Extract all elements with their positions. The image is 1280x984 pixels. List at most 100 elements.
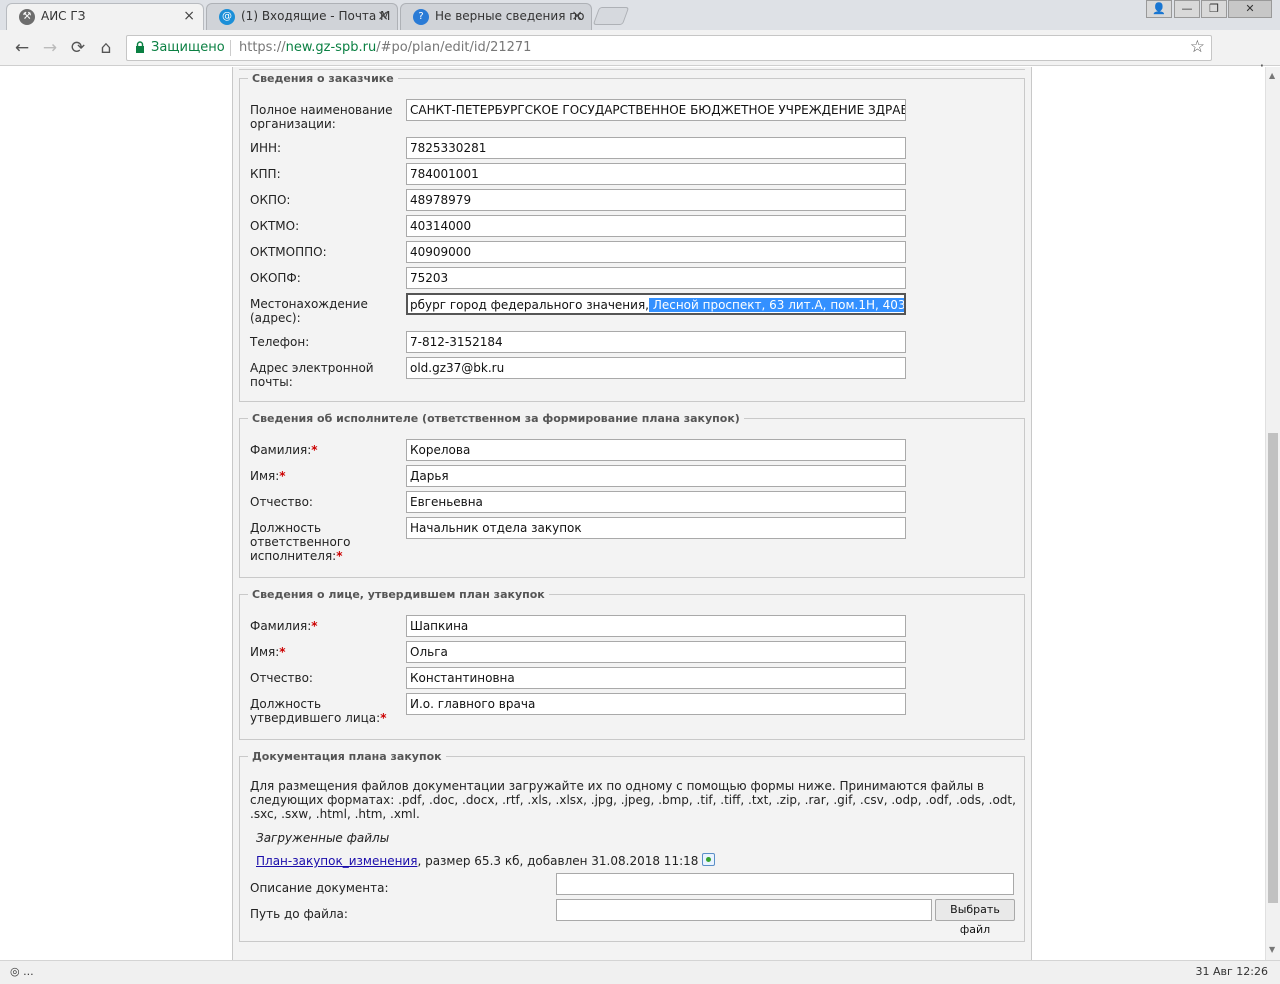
okopf-field[interactable]: 75203 [406, 267, 906, 289]
phone-label: Телефон: [250, 335, 310, 349]
approver-position-field[interactable]: И.о. главного врача [406, 693, 906, 715]
help-icon: ? [413, 9, 429, 25]
choose-file-button[interactable]: Выбрать файл [935, 899, 1015, 936]
window-close-button[interactable]: ✕ [1228, 0, 1272, 18]
customer-section: Сведения о заказчике Полное наименование… [239, 72, 1025, 402]
approver-position-label: Должность утвердившего лица:* [250, 697, 387, 725]
address-bar[interactable]: Защищено https://new.gz-spb.ru/#po/plan/… [126, 35, 1212, 61]
required-mark: * [311, 443, 318, 457]
home-button[interactable]: ⌂ [94, 37, 118, 59]
email-field[interactable]: old.gz37@bk.ru [406, 357, 906, 379]
executor-name-label: Имя:* [250, 469, 286, 483]
required-mark: * [380, 711, 387, 725]
approver-surname-field[interactable]: Шапкина [406, 615, 906, 637]
approver-name-field[interactable]: Ольга [406, 641, 906, 663]
uploaded-file: План-закупок_изменения, размер 65.3 кб, … [256, 853, 716, 868]
tab-title: АИС ГЗ [41, 9, 86, 23]
inn-field[interactable]: 7825330281 [406, 137, 906, 159]
full-name-field[interactable]: САНКТ-ПЕТЕРБУРГСКОЕ ГОСУДАРСТВЕННОЕ БЮДЖ… [406, 99, 906, 121]
back-button[interactable]: ← [10, 37, 34, 59]
documentation-info: Для размещения файлов документации загру… [250, 779, 1016, 821]
scroll-down-icon[interactable]: ▼ [1269, 945, 1275, 954]
omnibox-separator [230, 40, 231, 56]
divider [239, 67, 1025, 70]
lock-icon [136, 41, 144, 53]
oktmoppo-label: ОКТМОППО: [250, 245, 327, 259]
close-icon[interactable]: × [377, 4, 389, 28]
restore-button[interactable]: ❐ [1201, 0, 1227, 18]
bookmark-star-icon[interactable]: ☆ [1190, 37, 1205, 57]
address-selected-text: Лесной проспект, 63 лит.А, пом.1Н, 40314… [649, 298, 904, 312]
address-field[interactable]: рбург город федерального значения, Лесно… [406, 293, 906, 315]
status-bar: ◎ ... 31 Авг 12:26 [0, 960, 1280, 984]
tab-help[interactable]: ? Не верные сведения по × [400, 3, 592, 30]
tab-ais-gz[interactable]: ⚒ АИС ГЗ × [6, 3, 204, 30]
mail-ru-icon: @ [219, 9, 235, 25]
close-icon[interactable]: × [183, 4, 195, 28]
kpp-field[interactable]: 784001001 [406, 163, 906, 185]
approver-name-label: Имя:* [250, 645, 286, 659]
address-text: рбург город федерального значения, [410, 298, 649, 312]
plan-edit-form: Сведения о заказчике Полное наименование… [232, 67, 1032, 960]
delete-file-icon[interactable] [702, 853, 716, 866]
inn-label: ИНН: [250, 141, 282, 155]
full-name-label: Полное наименование организации: [250, 103, 393, 131]
forward-button[interactable]: → [38, 37, 62, 59]
user-profile-button[interactable]: 👤 [1146, 0, 1172, 18]
clock: 31 Авг 12:26 [1195, 965, 1268, 978]
okopf-label: ОКОПФ: [250, 271, 301, 285]
kpp-label: КПП: [250, 167, 281, 181]
url-path: /#po/plan/edit/id/21271 [376, 40, 532, 55]
minimize-button[interactable]: — [1174, 0, 1200, 18]
tab-title: Не верные сведения по [435, 9, 585, 23]
approver-patronymic-field[interactable]: Константиновна [406, 667, 906, 689]
oktmo-field[interactable]: 40314000 [406, 215, 906, 237]
page-viewport: Сведения о заказчике Полное наименование… [0, 67, 1265, 960]
page-scrollbar[interactable]: ▲ ▼ [1265, 67, 1280, 960]
close-icon[interactable]: × [571, 4, 583, 28]
url-scheme: https:// [239, 40, 286, 55]
new-tab-button[interactable] [592, 7, 630, 25]
status-text: ◎ ... [10, 965, 34, 978]
uploaded-files-label: Загруженные файлы [256, 831, 390, 845]
approver-section: Сведения о лице, утвердившем план закупо… [239, 588, 1025, 740]
file-meta: , размер 65.3 кб, добавлен 31.08.2018 11… [417, 854, 699, 868]
documentation-legend: Документация плана закупок [252, 750, 442, 763]
executor-patronymic-field[interactable]: Евгеньевна [406, 491, 906, 513]
required-mark: * [279, 469, 286, 483]
url-text[interactable]: https://new.gz-spb.ru/#po/plan/edit/id/2… [239, 40, 531, 55]
tab-mail[interactable]: @ (1) Входящие - Почта M × [206, 3, 398, 30]
phone-field[interactable]: 7-812-3152184 [406, 331, 906, 353]
customer-legend: Сведения о заказчике [252, 72, 394, 85]
executor-position-field[interactable]: Начальник отдела закупок [406, 517, 906, 539]
approver-legend: Сведения о лице, утвердившем план закупо… [252, 588, 545, 601]
approver-surname-label: Фамилия:* [250, 619, 318, 633]
scroll-up-icon[interactable]: ▲ [1269, 71, 1275, 80]
oktmoppo-field[interactable]: 40909000 [406, 241, 906, 263]
executor-surname-label: Фамилия:* [250, 443, 318, 457]
required-mark: * [336, 549, 343, 563]
secure-label: Защищено [151, 40, 225, 55]
tab-strip: ⚒ АИС ГЗ × @ (1) Входящие - Почта M × ? … [0, 0, 1280, 30]
executor-name-field[interactable]: Дарья [406, 465, 906, 487]
reload-button[interactable]: ⟳ [66, 37, 90, 59]
okpo-field[interactable]: 48978979 [406, 189, 906, 211]
scroll-thumb[interactable] [1268, 433, 1278, 903]
file-path-input[interactable] [556, 899, 932, 921]
address-label: Местонахождение (адрес): [250, 297, 368, 325]
executor-surname-field[interactable]: Корелова [406, 439, 906, 461]
executor-position-label: Должность ответственного исполнителя:* [250, 521, 351, 563]
executor-patronymic-label: Отчество: [250, 495, 313, 509]
email-label: Адрес электронной почты: [250, 361, 374, 389]
tab-title: (1) Входящие - Почта M [241, 9, 391, 23]
url-host: new.gz-spb.ru [285, 40, 377, 55]
doc-description-input[interactable] [556, 873, 1014, 895]
required-mark: * [311, 619, 318, 633]
browser-toolbar: ← → ⟳ ⌂ Защищено https://new.gz-spb.ru/#… [0, 30, 1280, 86]
oktmo-label: ОКТМО: [250, 219, 300, 233]
file-link[interactable]: План-закупок_изменения [256, 854, 417, 868]
executor-legend: Сведения об исполнителе (ответственном з… [252, 412, 740, 425]
required-mark: * [279, 645, 286, 659]
doc-description-label: Описание документа: [250, 881, 389, 895]
hammer-icon: ⚒ [19, 9, 35, 25]
